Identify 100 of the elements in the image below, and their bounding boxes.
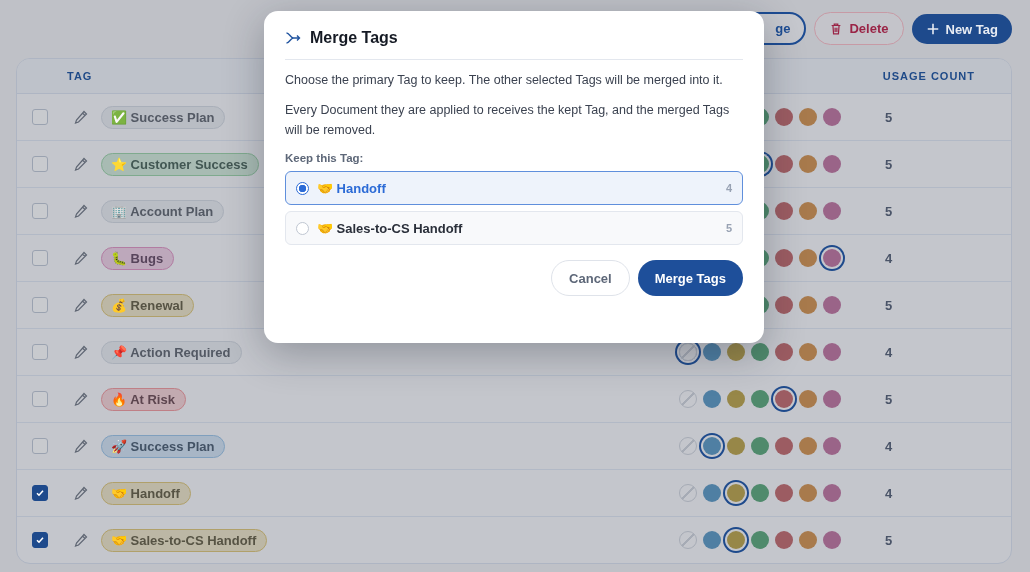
pencil-icon[interactable] [73,391,89,407]
color-swatch[interactable] [775,108,793,126]
color-swatch[interactable] [775,249,793,267]
color-swatch[interactable] [775,390,793,408]
color-swatch[interactable] [799,343,817,361]
color-swatch[interactable] [775,437,793,455]
color-swatch[interactable] [751,484,769,502]
color-swatch[interactable] [751,390,769,408]
pencil-icon[interactable] [73,203,89,219]
row-checkbox[interactable] [32,297,48,313]
color-swatch[interactable] [727,390,745,408]
tag-pill: 📌 Action Required [101,340,242,364]
color-swatch[interactable] [727,343,745,361]
column-header: TAG [67,70,93,82]
row-checkbox[interactable] [32,156,48,172]
pencil-icon[interactable] [73,109,89,125]
row-checkbox[interactable] [32,485,48,501]
color-swatch[interactable] [823,531,841,549]
usage-count: 5 [885,391,893,407]
field-label: Keep this Tag: [285,152,365,164]
row-checkbox[interactable] [32,344,48,360]
color-swatch[interactable] [799,390,817,408]
color-swatch[interactable] [703,437,721,455]
color-swatch[interactable] [823,296,841,314]
option-count: 5 [725,222,732,234]
color-swatch[interactable] [823,343,841,361]
color-swatch[interactable] [799,249,817,267]
row-checkbox[interactable] [32,203,48,219]
usage-count: 4 [885,438,893,454]
pencil-icon[interactable] [73,344,89,360]
pencil-icon[interactable] [73,156,89,172]
no-color-swatch[interactable] [679,437,697,455]
color-swatch[interactable] [751,437,769,455]
color-swatch[interactable] [775,202,793,220]
color-swatch[interactable] [703,531,721,549]
color-swatch[interactable] [703,390,721,408]
color-swatch[interactable] [751,343,769,361]
no-color-swatch[interactable] [679,484,697,502]
color-swatch[interactable] [727,437,745,455]
row-checkbox[interactable] [32,391,48,407]
color-swatch[interactable] [823,437,841,455]
color-swatch[interactable] [799,437,817,455]
color-swatch[interactable] [751,531,769,549]
color-swatch[interactable] [799,531,817,549]
tag-pill: 🐛 Bugs [101,246,175,270]
usage-count: 5 [885,203,893,219]
row-checkbox[interactable] [32,109,48,125]
usage-count: 5 [885,532,893,548]
color-swatch[interactable] [799,484,817,502]
pencil-icon[interactable] [73,485,89,501]
pencil-icon[interactable] [73,250,89,266]
dialog-text: Every Document they are applied to receives the kept Tag, and the merged Tags will be removed. [285,102,731,139]
checkmark-icon [34,534,46,546]
merge-tags-button[interactable]: Merge Tags [637,260,743,296]
color-swatch[interactable] [799,296,817,314]
color-swatch[interactable] [823,249,841,267]
delete-button[interactable]: Delete [814,12,904,45]
usage-count: 4 [885,485,893,501]
color-swatch[interactable] [823,155,841,173]
color-swatch[interactable] [775,531,793,549]
dialog-title: Merge Tags [310,29,398,47]
color-swatch[interactable] [727,531,745,549]
color-swatch[interactable] [775,296,793,314]
no-color-swatch[interactable] [679,343,697,361]
radio-button[interactable] [296,181,309,195]
color-swatch[interactable] [799,108,817,126]
row-checkbox[interactable] [32,250,48,266]
merge-icon [285,30,301,46]
color-swatch[interactable] [727,484,745,502]
tag-pill: 🚀 Success Plan [101,434,226,458]
usage-count: 4 [885,250,893,266]
color-swatch[interactable] [703,343,721,361]
tag-option[interactable]: 🤝 Handoff 4 [285,171,743,205]
color-swatch[interactable] [823,484,841,502]
color-swatch[interactable] [823,390,841,408]
color-swatch[interactable] [775,155,793,173]
color-swatch[interactable] [703,484,721,502]
color-swatch[interactable] [799,155,817,173]
tag-pill: 💰 Renewal [101,293,195,317]
color-swatch[interactable] [823,108,841,126]
pencil-icon[interactable] [73,532,89,548]
usage-count: 4 [885,344,893,360]
color-swatch[interactable] [775,343,793,361]
checkmark-icon [34,487,46,499]
color-swatch[interactable] [775,484,793,502]
no-color-swatch[interactable] [679,390,697,408]
tag-option[interactable]: 🤝 Sales-to-CS Handoff 5 [285,211,743,245]
row-checkbox[interactable] [32,532,48,548]
cancel-button[interactable]: Cancel [551,260,630,296]
option-label: 🤝 Handoff [317,180,387,196]
color-swatch[interactable] [823,202,841,220]
pencil-icon[interactable] [73,297,89,313]
pencil-icon[interactable] [73,438,89,454]
tag-pill: 🤝 Handoff [101,481,191,505]
radio-button[interactable] [296,221,309,235]
row-checkbox[interactable] [32,438,48,454]
dialog-text: Choose the primary Tag to keep. The other selected Tags will be merged into it. [285,72,724,89]
new-tag-button[interactable]: New Tag [911,14,1012,44]
color-swatch[interactable] [799,202,817,220]
no-color-swatch[interactable] [679,531,697,549]
